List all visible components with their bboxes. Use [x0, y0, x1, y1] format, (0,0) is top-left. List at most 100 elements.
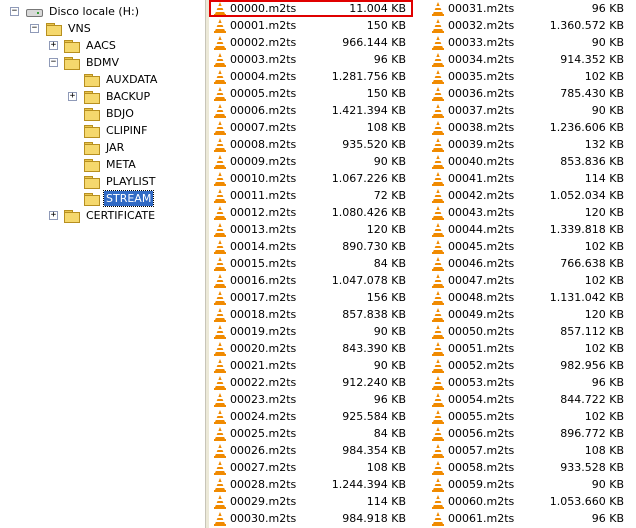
file-row[interactable]: 00015.m2ts 84 KB — [213, 255, 406, 272]
file-row[interactable]: 00061.m2ts 96 KB — [431, 510, 624, 527]
file-name: 00040.m2ts — [448, 155, 515, 168]
file-row[interactable]: 00058.m2ts 933.528 KB — [431, 459, 624, 476]
file-row[interactable]: 00060.m2ts 1.053.660 KB — [431, 493, 624, 510]
vlc-cone-icon — [213, 256, 227, 271]
file-row[interactable]: 00027.m2ts 108 KB — [213, 459, 406, 476]
collapse-icon[interactable]: − — [10, 7, 19, 16]
file-row[interactable]: 00009.m2ts 90 KB — [213, 153, 406, 170]
expand-icon[interactable]: + — [68, 92, 77, 101]
file-row[interactable]: 00014.m2ts 890.730 KB — [213, 238, 406, 255]
file-row[interactable]: 00039.m2ts 132 KB — [431, 136, 624, 153]
folder-tree-pane[interactable]: − Disco locale (H:) − VNS + AACS − BDMV … — [0, 0, 205, 528]
file-row[interactable]: 00005.m2ts 150 KB — [213, 85, 406, 102]
vlc-cone-icon — [431, 35, 445, 50]
file-row[interactable]: 00003.m2ts 96 KB — [213, 51, 406, 68]
tree-item-stream[interactable]: STREAM — [84, 190, 155, 207]
file-row[interactable]: 00031.m2ts 96 KB — [431, 0, 624, 17]
file-row[interactable]: 00032.m2ts 1.360.572 KB — [431, 17, 624, 34]
tree-item-bdmv[interactable]: − BDMV — [49, 54, 121, 71]
file-row[interactable]: 00019.m2ts 90 KB — [213, 323, 406, 340]
file-row[interactable]: 00048.m2ts 1.131.042 KB — [431, 289, 624, 306]
file-row[interactable]: 00043.m2ts 120 KB — [431, 204, 624, 221]
tree-item-playlist[interactable]: PLAYLIST — [84, 173, 157, 190]
file-row[interactable]: 00040.m2ts 853.836 KB — [431, 153, 624, 170]
file-row[interactable]: 00057.m2ts 108 KB — [431, 442, 624, 459]
file-row[interactable]: 00010.m2ts 1.067.226 KB — [213, 170, 406, 187]
file-row[interactable]: 00041.m2ts 114 KB — [431, 170, 624, 187]
vlc-cone-icon — [431, 137, 445, 152]
vlc-cone-icon — [431, 154, 445, 169]
file-row[interactable]: 00028.m2ts 1.244.394 KB — [213, 476, 406, 493]
tree-item-certificate[interactable]: + CERTIFICATE — [49, 207, 157, 224]
file-row[interactable]: 00011.m2ts 72 KB — [213, 187, 406, 204]
file-row[interactable]: 00037.m2ts 90 KB — [431, 102, 624, 119]
file-row[interactable]: 00036.m2ts 785.430 KB — [431, 85, 624, 102]
file-name: 00048.m2ts — [448, 291, 515, 304]
tree-item-drive-h[interactable]: − Disco locale (H:) — [10, 3, 141, 20]
file-row[interactable]: 00026.m2ts 984.354 KB — [213, 442, 406, 459]
file-row[interactable]: 00018.m2ts 857.838 KB — [213, 306, 406, 323]
file-row[interactable]: 00049.m2ts 120 KB — [431, 306, 624, 323]
file-row[interactable]: 00038.m2ts 1.236.606 KB — [431, 119, 624, 136]
collapse-icon[interactable]: − — [49, 58, 58, 67]
vlc-cone-icon — [213, 324, 227, 339]
file-row[interactable]: 00059.m2ts 90 KB — [431, 476, 624, 493]
file-row[interactable]: 00013.m2ts 120 KB — [213, 221, 406, 238]
tree-item-vns[interactable]: − VNS — [30, 20, 93, 37]
file-row[interactable]: 00016.m2ts 1.047.078 KB — [213, 272, 406, 289]
file-row[interactable]: 00042.m2ts 1.052.034 KB — [431, 187, 624, 204]
file-row[interactable]: 00004.m2ts 1.281.756 KB — [213, 68, 406, 85]
expand-icon[interactable]: + — [49, 211, 58, 220]
file-row[interactable]: 00029.m2ts 114 KB — [213, 493, 406, 510]
tree-item-meta[interactable]: META — [84, 156, 138, 173]
file-row[interactable]: 00000.m2ts 11.004 KB — [213, 0, 406, 17]
file-row[interactable]: 00002.m2ts 966.144 KB — [213, 34, 406, 51]
file-row[interactable]: 00056.m2ts 896.772 KB — [431, 425, 624, 442]
file-row[interactable]: 00006.m2ts 1.421.394 KB — [213, 102, 406, 119]
file-name: 00015.m2ts — [230, 257, 297, 270]
file-name: 00010.m2ts — [230, 172, 297, 185]
tree-item-jar[interactable]: JAR — [84, 139, 126, 156]
file-row[interactable]: 00052.m2ts 982.956 KB — [431, 357, 624, 374]
file-size: 766.638 KB — [560, 257, 624, 270]
file-row[interactable]: 00012.m2ts 1.080.426 KB — [213, 204, 406, 221]
file-size: 90 KB — [373, 359, 406, 372]
file-row[interactable]: 00024.m2ts 925.584 KB — [213, 408, 406, 425]
file-row[interactable]: 00022.m2ts 912.240 KB — [213, 374, 406, 391]
file-row[interactable]: 00017.m2ts 156 KB — [213, 289, 406, 306]
file-row[interactable]: 00045.m2ts 102 KB — [431, 238, 624, 255]
file-row[interactable]: 00035.m2ts 102 KB — [431, 68, 624, 85]
file-row[interactable]: 00023.m2ts 96 KB — [213, 391, 406, 408]
file-row[interactable]: 00054.m2ts 844.722 KB — [431, 391, 624, 408]
file-row[interactable]: 00007.m2ts 108 KB — [213, 119, 406, 136]
tree-item-auxdata[interactable]: AUXDATA — [84, 71, 159, 88]
file-row[interactable]: 00046.m2ts 766.638 KB — [431, 255, 624, 272]
file-row[interactable]: 00025.m2ts 84 KB — [213, 425, 406, 442]
file-list-pane[interactable]: 00000.m2ts 11.004 KB 00001.m2ts 150 KB 00002… — [209, 0, 636, 528]
tree-item-bdjo[interactable]: BDJO — [84, 105, 136, 122]
vlc-cone-icon — [431, 239, 445, 254]
file-row[interactable]: 00008.m2ts 935.520 KB — [213, 136, 406, 153]
file-row[interactable]: 00055.m2ts 102 KB — [431, 408, 624, 425]
tree-item-clipinf[interactable]: CLIPINF — [84, 122, 150, 139]
tree-item-backup[interactable]: + BACKUP — [68, 88, 152, 105]
file-row[interactable]: 00044.m2ts 1.339.818 KB — [431, 221, 624, 238]
file-row[interactable]: 00020.m2ts 843.390 KB — [213, 340, 406, 357]
file-row[interactable]: 00050.m2ts 857.112 KB — [431, 323, 624, 340]
file-size: 72 KB — [373, 189, 406, 202]
file-row[interactable]: 00034.m2ts 914.352 KB — [431, 51, 624, 68]
file-row[interactable]: 00030.m2ts 984.918 KB — [213, 510, 406, 527]
file-row[interactable]: 00047.m2ts 102 KB — [431, 272, 624, 289]
tree-item-aacs[interactable]: + AACS — [49, 37, 118, 54]
expand-icon[interactable]: + — [49, 41, 58, 50]
collapse-icon[interactable]: − — [30, 24, 39, 33]
vlc-cone-icon — [431, 52, 445, 67]
file-row[interactable]: 00001.m2ts 150 KB — [213, 17, 406, 34]
file-name: 00019.m2ts — [230, 325, 297, 338]
file-row[interactable]: 00051.m2ts 102 KB — [431, 340, 624, 357]
file-row[interactable]: 00033.m2ts 90 KB — [431, 34, 624, 51]
vlc-cone-icon — [213, 171, 227, 186]
file-row[interactable]: 00053.m2ts 96 KB — [431, 374, 624, 391]
file-row[interactable]: 00021.m2ts 90 KB — [213, 357, 406, 374]
tree-label: PLAYLIST — [106, 175, 156, 188]
